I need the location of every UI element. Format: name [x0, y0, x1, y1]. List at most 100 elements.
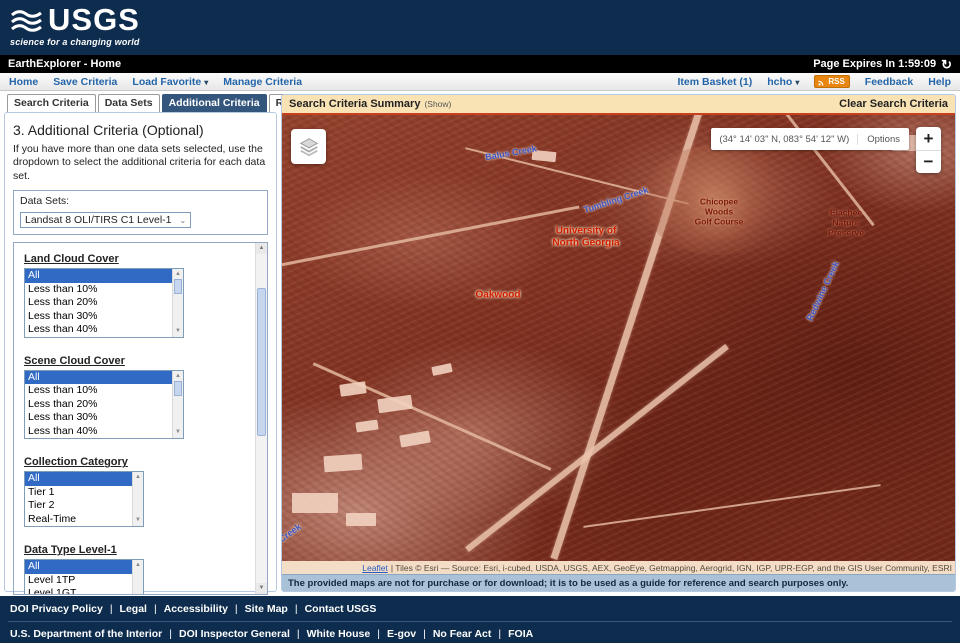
map-options-button[interactable]: Options	[858, 134, 909, 145]
option-less-than-20[interactable]: Less than 20%	[25, 296, 172, 310]
additional-criteria-panel: 3. Additional Criteria (Optional) If you…	[4, 112, 277, 592]
footer-separator: |	[110, 603, 113, 615]
footer-link-accessibility[interactable]: Accessibility	[164, 603, 228, 615]
summary-show-link[interactable]: (Show)	[424, 99, 451, 109]
zoom-in-button[interactable]: +	[916, 127, 941, 150]
option-less-than-40[interactable]: Less than 40%	[25, 323, 172, 337]
option-tier-1[interactable]: Tier 1	[25, 486, 132, 500]
footer-link-foia[interactable]: FOIA	[508, 628, 533, 640]
usgs-wave-icon	[10, 9, 44, 35]
item-basket-link[interactable]: Item Basket (1)	[678, 76, 753, 88]
option-less-than-20[interactable]: Less than 20%	[25, 398, 172, 412]
footer-link-doi-inspector-general[interactable]: DOI Inspector General	[179, 628, 290, 640]
listbox-scene-cloud-cover[interactable]: AllLess than 10%Less than 20%Less than 3…	[24, 370, 184, 440]
tiles-attribution-text: | Tiles © Esri — Source: Esri, i-cubed, …	[391, 563, 952, 573]
footer-separator: |	[377, 628, 380, 640]
footer-link-legal[interactable]: Legal	[120, 603, 147, 615]
scroll-up-arrow-icon[interactable]: ▲	[256, 243, 267, 254]
option-less-than-30[interactable]: Less than 30%	[25, 310, 172, 324]
option-level-1gt[interactable]: Level 1GT	[25, 587, 132, 595]
map-label-redwine-creek: Redwine Creek	[805, 260, 842, 323]
data-sets-label: Data Sets:	[20, 195, 261, 207]
mouse-coordinates: (34° 14' 03" N, 083° 54' 12" W)	[711, 134, 858, 145]
scroll-up-arrow-icon[interactable]: ▲	[133, 561, 143, 570]
option-less-than-10[interactable]: Less than 10%	[25, 283, 172, 297]
option-real-time[interactable]: Real-Time	[25, 513, 132, 527]
user-menu[interactable]: hcho▾	[767, 76, 799, 88]
search-criteria-summary-bar: Search Criteria Summary (Show) Clear Sea…	[282, 95, 955, 115]
listbox-data-type-level-1[interactable]: AllLevel 1TPLevel 1GTLevel 1GS▲▼	[24, 559, 144, 595]
scroll-up-arrow-icon[interactable]: ▲	[173, 270, 183, 279]
criteria-scrollbar[interactable]: ▲ ▼	[255, 243, 267, 594]
listbox-scrollbar[interactable]: ▲▼	[132, 472, 143, 526]
footer-links-row2: U.S. Department of the Interior | DOI Insp…	[10, 628, 950, 640]
scroll-down-arrow-icon[interactable]: ▼	[133, 516, 143, 525]
criteria-label-data-type-level-1[interactable]: Data Type Level-1	[24, 544, 117, 556]
chevron-down-icon: ▾	[204, 78, 208, 87]
layers-control[interactable]	[291, 129, 326, 164]
rss-label: RSS	[828, 77, 844, 86]
clear-search-criteria-link[interactable]: Clear Search Criteria	[839, 98, 948, 110]
scroll-down-arrow-icon[interactable]: ▼	[256, 583, 267, 594]
footer-separator: |	[423, 628, 426, 640]
help-link[interactable]: Help	[928, 76, 951, 88]
option-all[interactable]: All	[25, 560, 132, 574]
scroll-down-arrow-icon[interactable]: ▼	[173, 428, 183, 437]
select-caret-icon: ⌄	[180, 216, 187, 225]
criteria-label-collection-category[interactable]: Collection Category	[24, 456, 128, 468]
listbox-scrollbar[interactable]: ▲▼	[132, 560, 143, 595]
option-all[interactable]: All	[25, 472, 132, 486]
option-less-than-10[interactable]: Less than 10%	[25, 384, 172, 398]
map-canvas[interactable]: Balus CreekTumbling CreekChicopee Woods …	[282, 115, 955, 561]
coordinate-display: (34° 14' 03" N, 083° 54' 12" W) Options	[711, 128, 909, 150]
option-level-1tp[interactable]: Level 1TP	[25, 574, 132, 588]
option-all[interactable]: All	[25, 269, 172, 283]
feedback-link[interactable]: Feedback	[865, 76, 913, 88]
footer-link-doi-privacy-policy[interactable]: DOI Privacy Policy	[10, 603, 103, 615]
footer-link-site-map[interactable]: Site Map	[245, 603, 288, 615]
nav-link-manage-criteria[interactable]: Manage Criteria	[223, 76, 302, 88]
footer-link-contact-usgs[interactable]: Contact USGS	[305, 603, 377, 615]
footer-separator: |	[295, 603, 298, 615]
summary-title: Search Criteria Summary	[289, 98, 420, 110]
footer-link-u-s-department-of-the-interior[interactable]: U.S. Department of the Interior	[10, 628, 162, 640]
scrollbar-thumb[interactable]	[174, 381, 182, 396]
criteria-panel: Search CriteriaData SetsAdditional Crite…	[4, 94, 277, 592]
nav-link-load-favorite[interactable]: Load Favorite▾	[132, 76, 208, 88]
footer-link-no-fear-act[interactable]: No Fear Act	[433, 628, 492, 640]
listbox-scrollbar[interactable]: ▲▼	[172, 371, 183, 439]
option-all[interactable]: All	[25, 371, 172, 385]
footer-link-e-gov[interactable]: E-gov	[387, 628, 416, 640]
map-label-creek: Creek	[282, 522, 303, 545]
option-less-than-30[interactable]: Less than 30%	[25, 411, 172, 425]
scroll-up-arrow-icon[interactable]: ▲	[173, 372, 183, 381]
scroll-up-arrow-icon[interactable]: ▲	[133, 473, 143, 482]
map-disclaimer: The provided maps are not for purchase o…	[282, 574, 955, 591]
footer-separator: |	[498, 628, 501, 640]
nav-link-home[interactable]: Home	[9, 76, 38, 88]
scrollbar-thumb[interactable]	[174, 279, 182, 294]
tab-search-criteria[interactable]: Search Criteria	[7, 94, 96, 112]
listbox-scrollbar[interactable]: ▲▼	[172, 269, 183, 337]
data-sets-select[interactable]: Landsat 8 OLI/TIRS C1 Level-1 ⌄	[20, 212, 191, 228]
scrollbar-thumb[interactable]	[257, 288, 266, 436]
criteria-sections: Land Cloud CoverAllLess than 10%Less tha…	[24, 249, 247, 595]
criteria-label-land-cloud-cover[interactable]: Land Cloud Cover	[24, 253, 119, 265]
criteria-label-scene-cloud-cover[interactable]: Scene Cloud Cover	[24, 355, 125, 367]
zoom-out-button[interactable]: −	[916, 150, 941, 173]
listbox-collection-category[interactable]: AllTier 1Tier 2Real-Time▲▼	[24, 471, 144, 527]
tab-data-sets[interactable]: Data Sets	[98, 94, 160, 112]
scroll-down-arrow-icon[interactable]: ▼	[173, 327, 183, 336]
rss-badge[interactable]: RSS	[814, 75, 849, 88]
map-panel: Search Criteria Summary (Show) Clear Sea…	[281, 94, 956, 592]
leaflet-link[interactable]: Leaflet	[362, 563, 388, 573]
option-tier-2[interactable]: Tier 2	[25, 499, 132, 513]
usgs-logo[interactable]: USGS science for a changing world	[10, 5, 140, 47]
tab-additional-criteria[interactable]: Additional Criteria	[162, 94, 267, 112]
option-less-than-40[interactable]: Less than 40%	[25, 425, 172, 439]
refresh-timer-icon[interactable]: ↻	[941, 58, 952, 71]
nav-link-save-criteria[interactable]: Save Criteria	[53, 76, 117, 88]
footer-link-white-house[interactable]: White House	[307, 628, 371, 640]
data-sets-selected-value: Landsat 8 OLI/TIRS C1 Level-1	[25, 214, 172, 226]
listbox-land-cloud-cover[interactable]: AllLess than 10%Less than 20%Less than 3…	[24, 268, 184, 338]
